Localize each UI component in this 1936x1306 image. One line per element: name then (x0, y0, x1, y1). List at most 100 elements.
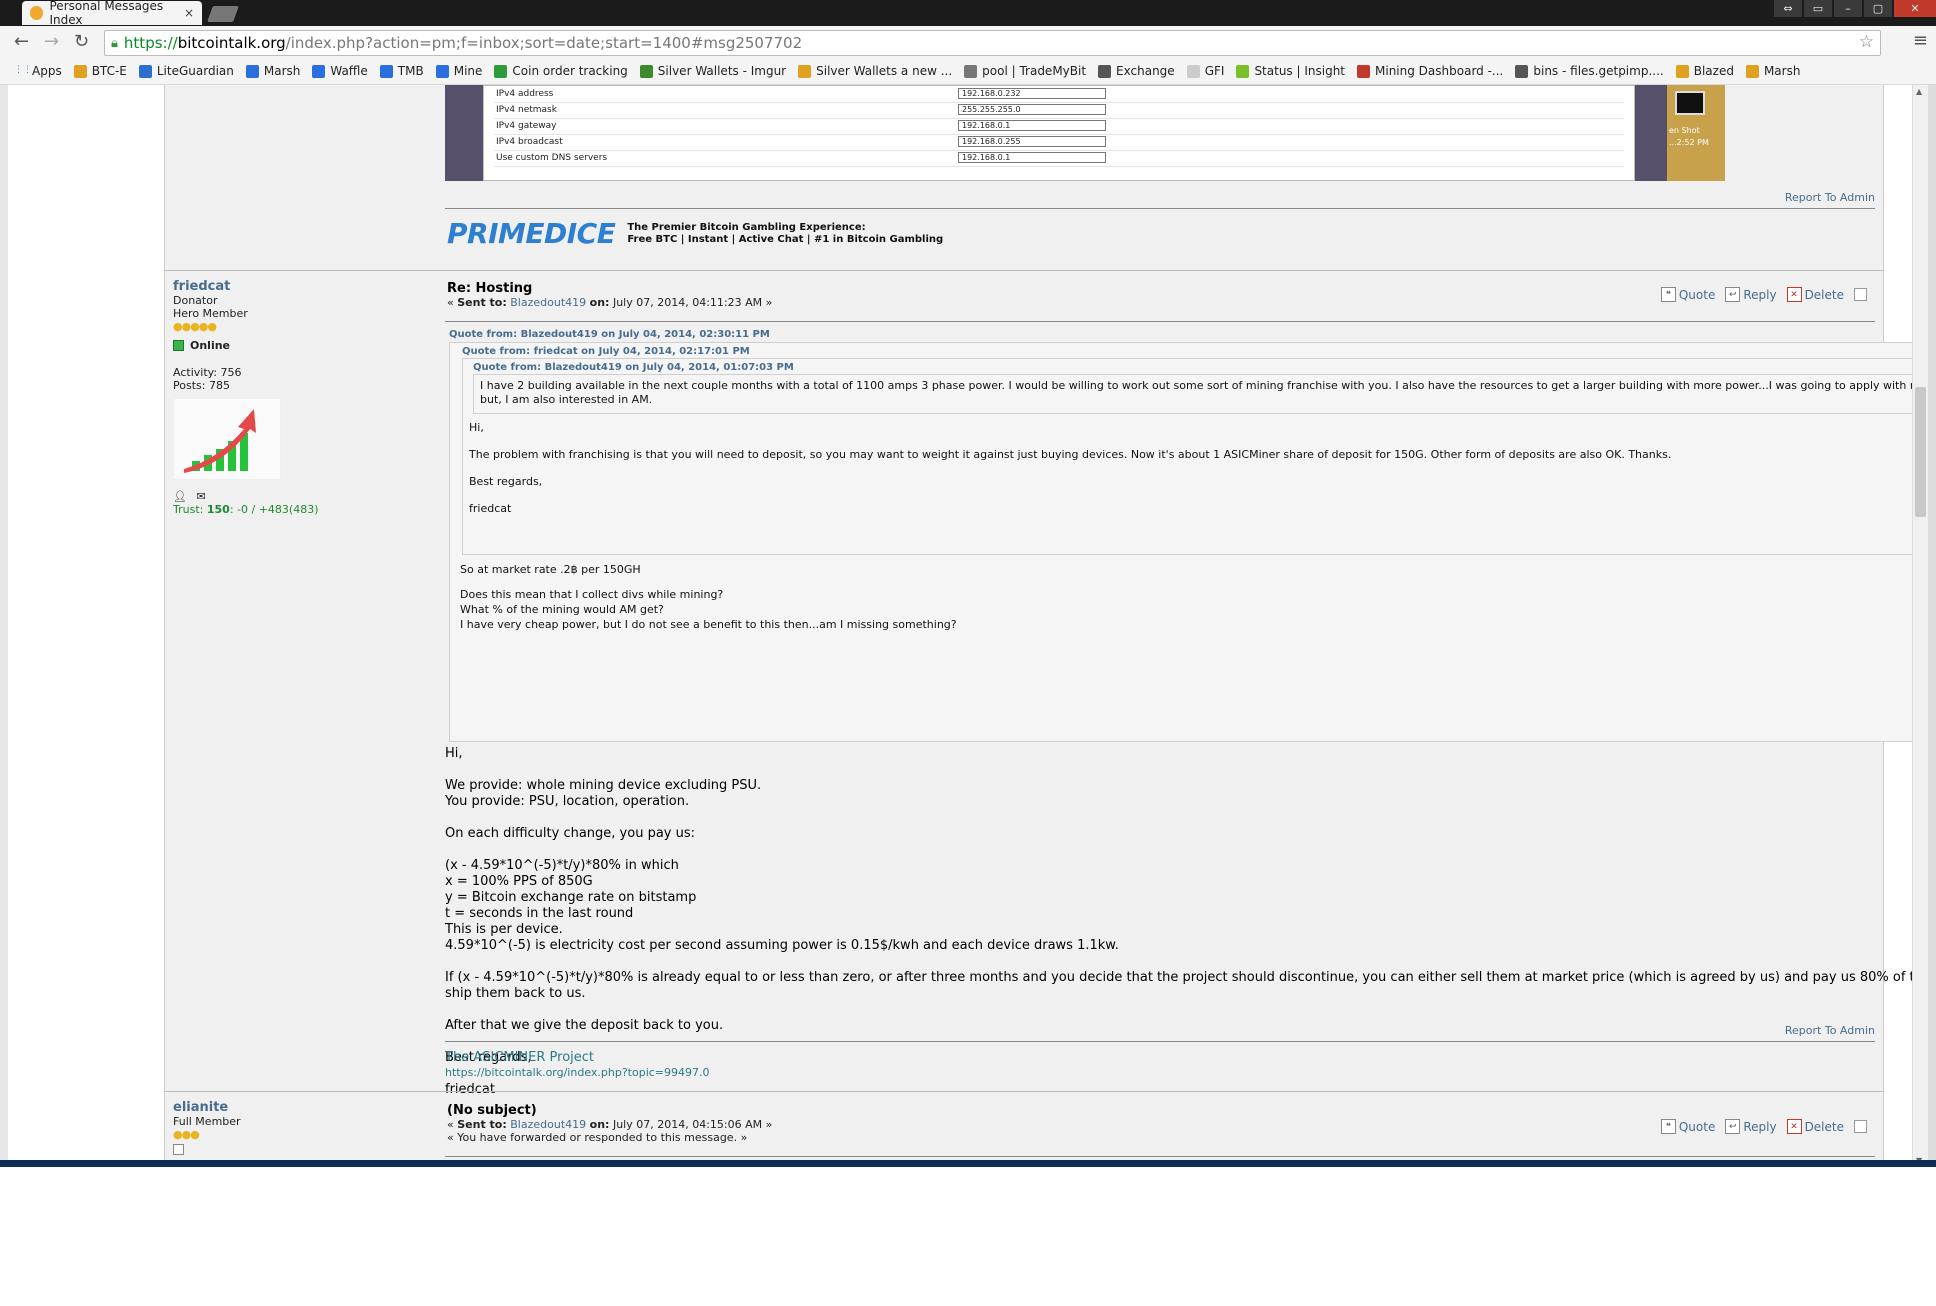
select-message-checkbox[interactable] (1854, 288, 1867, 301)
bookmark-item[interactable]: pool | TradeMyBit (964, 64, 1086, 78)
bookmark-label: Marsh (263, 64, 301, 78)
bookmark-item[interactable]: Exchange (1098, 64, 1175, 78)
chrome-menu-icon[interactable]: ≡ (1913, 30, 1928, 51)
bookmark-item[interactable]: Coin order tracking (494, 64, 628, 78)
trust-label: Trust: (173, 503, 204, 516)
bookmark-label: LiteGuardian (156, 64, 234, 78)
asicminer-topic-link[interactable]: https://bitcointalk.org/index.php?topic=… (445, 1066, 710, 1079)
window-controls: ⇔ ▭ – ▢ ✕ (1772, 0, 1936, 18)
window-switch-icon[interactable]: ⇔ (1774, 0, 1802, 17)
bookmark-item[interactable]: bins - files.getpimp.... (1515, 64, 1664, 78)
quote-label-2: Quote (1678, 1119, 1716, 1134)
bookmark-favicon-icon (639, 64, 653, 78)
post-separator (165, 270, 1883, 271)
recipient-link[interactable]: Blazedout419 (510, 296, 586, 309)
screenshot-desktop-area: en Shot ...2:52 PM (1667, 85, 1725, 181)
reply-button[interactable]: ↩ Reply (1725, 287, 1777, 302)
text-line: x = 100% PPS of 850G (445, 874, 593, 889)
bookmark-item[interactable]: TMB (379, 64, 424, 78)
bookmark-item[interactable]: Silver Wallets - Imgur (639, 64, 787, 78)
quote-button[interactable]: ❝ Quote (1660, 287, 1715, 302)
bookmark-item[interactable]: GFI (1186, 64, 1224, 78)
bookmark-item[interactable]: Silver Wallets a new ... (798, 64, 952, 78)
text-line: Does this mean that I collect divs while… (460, 588, 724, 601)
text-line: The problem with franchising is that you… (469, 448, 1672, 461)
tab-personal-messages[interactable]: Personal Messages Index × (22, 0, 202, 27)
text-line: Hi, (469, 421, 484, 434)
address-bar[interactable]: 🔒︎ https://bitcointalk.org/index.php?act… (104, 30, 1881, 56)
new-tab-button[interactable] (207, 6, 239, 22)
minimize-icon[interactable]: – (1834, 0, 1862, 17)
scrollbar-thumb[interactable] (1915, 387, 1926, 517)
url-scheme: https:// (123, 34, 178, 52)
text-line: On each difficulty change, you pay us: (445, 826, 696, 841)
profile-icon[interactable]: 👤︎ (173, 490, 187, 503)
text-line: friedcat (469, 502, 512, 515)
back-arrow-icon[interactable]: ← (14, 31, 29, 52)
tab-close-icon[interactable]: × (184, 6, 194, 20)
forward-arrow-icon[interactable]: → (44, 31, 59, 52)
window-user-icon[interactable]: ▭ (1804, 0, 1832, 17)
delete-icon-2: ✕ (1786, 1119, 1802, 1134)
close-window-icon[interactable]: ✕ (1894, 0, 1936, 17)
bookmark-item[interactable]: Waffle (312, 64, 368, 78)
poster-username[interactable]: friedcat (173, 279, 230, 294)
bookmark-item[interactable]: Marsh (1745, 64, 1800, 78)
left-gutter (0, 85, 8, 1167)
message-subject-2[interactable]: (No subject) (447, 1103, 1875, 1118)
send-pm-icon[interactable]: ✉︎ (196, 490, 205, 503)
quote-button-2[interactable]: ❝ Quote (1660, 1119, 1716, 1134)
text-line: If (x - 4.59*10^(-5)*t/y)*80% is already… (445, 970, 1920, 1001)
quote-header-inner[interactable]: Quote from: Blazedout419 on July 04, 201… (473, 361, 794, 375)
quote-header-outer[interactable]: Quote from: Blazedout419 on July 04, 201… (449, 329, 770, 340)
delete-button-2[interactable]: ✕ Delete (1786, 1119, 1844, 1134)
screenshot-row: Use custom DNS servers 192.168.0.1 (494, 151, 1624, 167)
maximize-icon[interactable]: ▢ (1864, 0, 1892, 17)
text-line: Hi, (445, 746, 463, 761)
screenshot-row: IPv4 gateway 192.168.0.1 (494, 119, 1624, 135)
report-to-admin-link-2[interactable]: Report To Admin (1785, 1024, 1875, 1037)
bookmark-item[interactable]: Mining Dashboard -... (1357, 64, 1503, 78)
bookmark-item[interactable]: Status | Insight (1236, 64, 1345, 78)
network-settings-screenshot: IPv4 address 192.168.0.232 IPv4 netmask 255… (445, 85, 1725, 181)
delete-button[interactable]: ✕ Delete (1786, 287, 1844, 302)
bitcoin-favicon-icon (30, 6, 43, 20)
primedice-signature[interactable]: PRIMEDICE The Premier Bitcoin Gambling E… (447, 217, 943, 250)
quote-mid-body: Hi, The problem with franchising is that … (469, 421, 1920, 529)
browser-toolbar: ← → ↻ 🔒︎ https://bitcointalk.org/index.p… (0, 26, 1936, 58)
page-scrollbar[interactable]: ▲ ▼ (1912, 85, 1929, 1167)
scroll-up-icon[interactable]: ▲ (1916, 87, 1922, 96)
bookmark-item[interactable]: Blazed (1675, 64, 1734, 78)
reply-button-2[interactable]: ↩ Reply (1725, 1119, 1777, 1134)
bookmark-item[interactable]: Mine (435, 64, 482, 78)
bookmark-favicon-icon (1675, 64, 1689, 78)
bookmark-star-icon[interactable]: ☆ (1859, 32, 1874, 52)
poster-activity: Activity: 756 (173, 366, 242, 379)
meta-on-label: on: (589, 296, 610, 309)
recipient-link-2[interactable]: Blazedout419 (510, 1118, 586, 1131)
trust-detail: : -0 / +483(483) (229, 503, 319, 516)
primedice-tagline: The Premier Bitcoin Gambling Experience:… (627, 222, 943, 246)
bookmark-favicon-icon (73, 64, 87, 78)
bookmark-label: Silver Wallets - Imgur (657, 64, 787, 78)
bookmark-item[interactable]: BTC-E (73, 64, 127, 78)
report-to-admin-link[interactable]: Report To Admin (1785, 191, 1875, 204)
asicminer-project-link[interactable]: The ASICMINER Project (445, 1050, 594, 1065)
bookmark-item[interactable]: ⋮⋮ Apps (14, 64, 62, 78)
bookmark-item[interactable]: LiteGuardian (138, 64, 234, 78)
bookmark-item[interactable]: Marsh (245, 64, 301, 78)
quote-mid: Quote from: Blazedout419 on July 04, 201… (462, 358, 1920, 555)
reply-label-2: Reply (1743, 1119, 1777, 1134)
quote-header-mid[interactable]: Quote from: friedcat on July 04, 2014, 0… (462, 345, 750, 359)
poster-username-2[interactable]: elianite (173, 1100, 228, 1115)
select-message-checkbox-2[interactable] (1854, 1120, 1867, 1133)
primedice-tagline-2: Free BTC | Instant | Active Chat | #1 in… (627, 233, 944, 245)
meta-suffix-2: » (762, 1118, 773, 1131)
text-line: Best regards, (469, 475, 543, 488)
quote-inner: I have 2 building available in the next … (473, 374, 1920, 414)
apps-grid-icon: ⋮⋮ (14, 64, 32, 75)
text-line: friedcat (445, 1082, 495, 1097)
poster-info: friedcat Donator Hero Member ●●●●● Onlin… (173, 279, 373, 516)
reload-icon[interactable]: ↻ (74, 31, 89, 52)
